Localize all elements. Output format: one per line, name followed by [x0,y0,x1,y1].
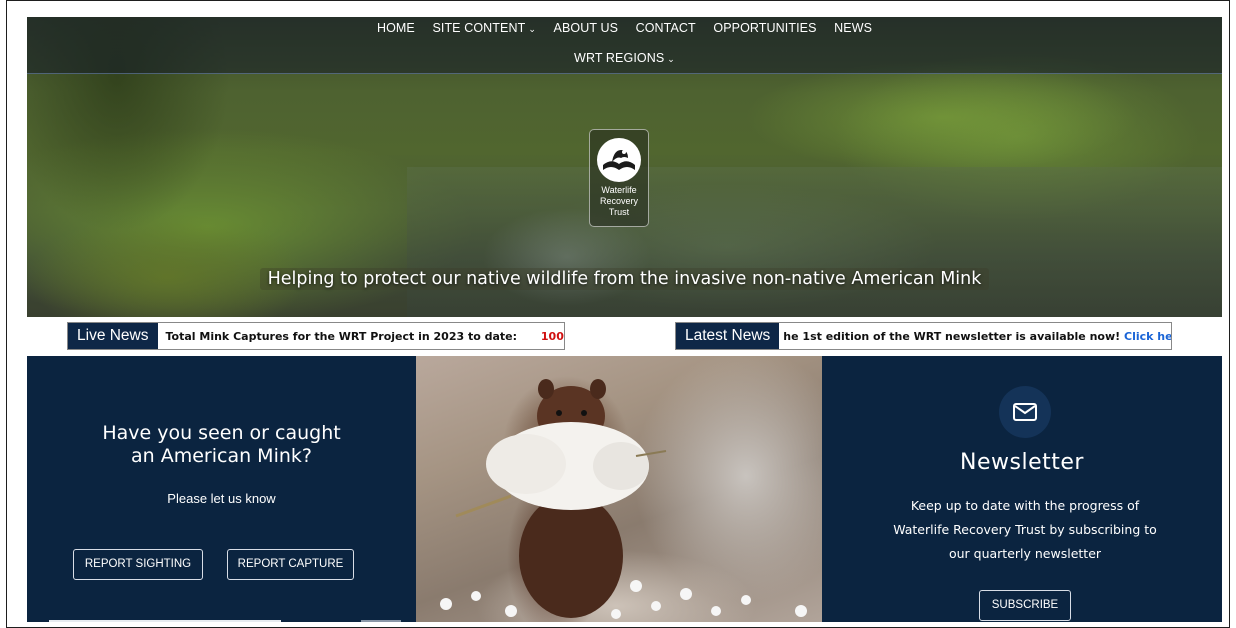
nav-contact[interactable]: CONTACT [636,21,696,35]
form-button-edge [361,620,401,622]
logo-text-line1: Waterlife [601,185,637,195]
logo-text-line2: Recovery [599,196,638,206]
newsletter-title: Newsletter [960,450,1084,475]
latest-news-ticker: Latest News he 1st edition of the WRT ne… [675,322,1172,350]
envelope-icon [999,386,1051,438]
form-field-edge [49,620,281,622]
news-bar: Live News Total Mink Captures for the WR… [27,318,1222,356]
nav-about-us[interactable]: ABOUT US [554,21,618,35]
nav-site-content[interactable]: SITE CONTENT ⌄ [432,21,536,35]
hero-river [407,167,1222,317]
main-navigation: HOME SITE CONTENT ⌄ ABOUT US CONTACT OPPO… [27,17,1222,74]
newsletter-description-line1: Keep up to date with the progress of [910,498,1140,513]
nav-wrt-regions[interactable]: WRT REGIONS ⌄ [574,51,675,65]
mink-illustration [440,379,807,619]
live-news-text: Total Mink Captures for the WRT Project … [165,329,518,343]
live-news-ticker: Live News Total Mink Captures for the WR… [67,322,565,350]
latest-news-text: he 1st edition of the WRT newsletter is … [783,329,1121,343]
newsletter-description-line3: our quarterly newsletter [948,546,1102,561]
live-news-content: Total Mink Captures for the WRT Project … [158,329,565,343]
mink-capture-count: 100 [540,329,564,343]
logo-text-line3: Trust [608,207,630,217]
report-heading-line1: Have you seen or caught [102,422,341,444]
report-mink-panel: Have you seen or caught an American Mink… [27,356,416,622]
newsletter-click-here-link[interactable]: Click here [1124,330,1171,343]
hero-tagline: Helping to protect our native wildlife f… [27,268,1222,290]
report-heading: Have you seen or caught an American Mink… [27,422,416,468]
report-heading-line2: an American Mink? [131,445,312,467]
newsletter-description-line2: Waterlife Recovery Trust by subscribing … [893,522,1157,537]
nav-news[interactable]: NEWS [834,21,872,35]
nav-opportunities[interactable]: OPPORTUNITIES [713,21,816,35]
subscribe-button[interactable]: SUBSCRIBE [979,590,1071,621]
chevron-down-icon: ⌄ [528,24,536,34]
report-subtitle: Please let us know [167,491,276,506]
nav-home[interactable]: HOME [377,21,415,35]
latest-news-content: he 1st edition of the WRT newsletter is … [779,329,1171,343]
site-logo[interactable]: Waterlife Recovery Trust [589,129,649,227]
nav-row-secondary: WRT REGIONS ⌄ [27,51,1222,65]
chevron-down-icon: ⌄ [667,54,675,64]
newsletter-panel: Newsletter Keep up to date with the prog… [822,356,1222,622]
nav-row-primary: HOME SITE CONTENT ⌄ ABOUT US CONTACT OPPO… [27,21,1222,35]
mink-photo [416,356,822,622]
logo-emblem-icon [597,138,641,182]
hero-tagline-text: Helping to protect our native wildlife f… [259,268,990,290]
newsletter-description: Keep up to date with the progress of Wat… [882,494,1168,566]
latest-news-label: Latest News [676,323,780,349]
hero-banner: HOME SITE CONTENT ⌄ ABOUT US CONTACT OPPO… [27,17,1222,317]
report-capture-button[interactable]: REPORT CAPTURE [227,549,354,580]
report-sighting-button[interactable]: REPORT SIGHTING [73,549,203,580]
live-news-label: Live News [68,323,158,349]
